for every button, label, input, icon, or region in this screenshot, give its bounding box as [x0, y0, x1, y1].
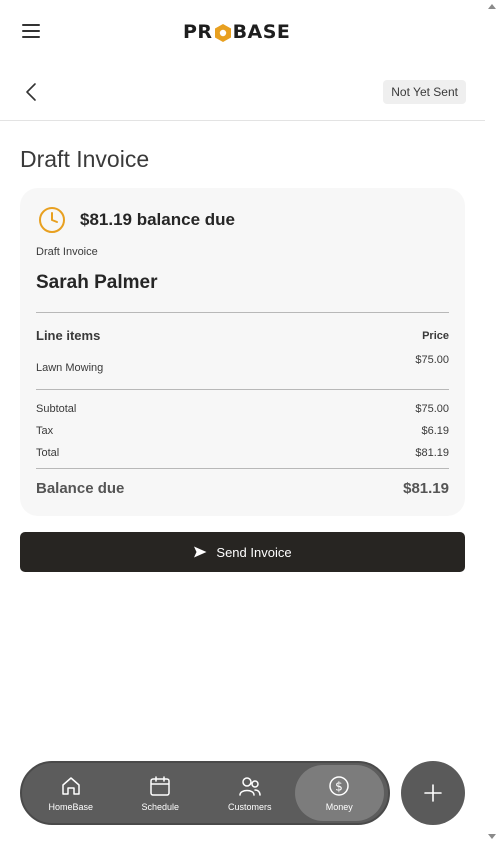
clock-icon — [38, 206, 66, 234]
total-row: Total $81.19 — [36, 447, 449, 459]
add-button[interactable] — [401, 761, 465, 825]
top-bar: PR BASE — [0, 0, 485, 62]
nav-item-money[interactable]: $ Money — [294, 765, 384, 821]
nav-item-homebase[interactable]: HomeBase — [26, 765, 116, 821]
nav-label: Schedule — [141, 801, 180, 812]
logo-text-left: PR — [183, 21, 213, 43]
send-icon — [194, 546, 207, 558]
sub-header: Not Yet Sent — [0, 62, 485, 121]
total-value: $81.19 — [415, 447, 449, 459]
line-items-header: Line items Price — [36, 328, 449, 343]
balance-due-heading: $81.19 balance due — [80, 210, 235, 229]
subtotal-row: Subtotal $75.00 — [36, 403, 449, 415]
status-badge: Not Yet Sent — [383, 80, 466, 104]
balance-due-row: Balance due $81.19 — [36, 480, 449, 497]
plus-icon — [424, 784, 442, 802]
scroll-down-icon[interactable] — [488, 834, 496, 839]
divider — [36, 468, 449, 469]
scrollbar[interactable] — [485, 0, 500, 845]
divider — [36, 312, 449, 313]
nav-item-customers[interactable]: Customers — [205, 765, 295, 821]
home-icon — [62, 776, 80, 795]
total-label: Total — [36, 447, 60, 459]
calendar-icon — [150, 775, 170, 796]
send-invoice-label: Send Invoice — [216, 544, 292, 560]
dollar-icon: $ — [329, 775, 349, 796]
users-icon — [239, 776, 261, 796]
scroll-up-icon[interactable] — [488, 4, 496, 9]
tax-label: Tax — [36, 425, 54, 437]
customer-name: Sarah Palmer — [36, 272, 158, 293]
line-item-price: $75.00 — [415, 354, 449, 366]
nav-item-schedule[interactable]: Schedule — [116, 765, 206, 821]
line-item-name: Lawn Mowing — [36, 362, 104, 374]
tax-value: $6.19 — [421, 425, 449, 437]
logo-text-right: BASE — [232, 21, 291, 43]
line-items-heading: Line items — [36, 328, 101, 343]
logo-hex-icon — [214, 23, 232, 42]
probase-logo: PR BASE — [183, 20, 290, 44]
nav-label: HomeBase — [48, 801, 94, 812]
subtotal-label: Subtotal — [36, 403, 77, 415]
nav-label: Money — [325, 801, 353, 812]
app: PR BASE Not Yet Sent Draft Invoice $81.1… — [0, 0, 485, 845]
balance-due-value: $81.19 — [403, 480, 449, 497]
divider — [36, 389, 449, 390]
page-title: Draft Invoice — [20, 146, 150, 172]
price-heading: Price — [422, 329, 449, 342]
bottom-nav: HomeBase Schedule Customers $ Money — [20, 761, 390, 825]
invoice-card: $81.19 balance due Draft Invoice Sarah P… — [20, 188, 465, 516]
menu-icon[interactable] — [22, 24, 42, 40]
line-item-row: Lawn Mowing $75.00 — [36, 354, 449, 374]
balance-due-label: Balance due — [36, 480, 125, 497]
invoice-status-label: Draft Invoice — [36, 246, 98, 258]
back-chevron-icon[interactable] — [24, 82, 42, 102]
nav-label: Customers — [227, 801, 272, 812]
tax-row: Tax $6.19 — [36, 425, 449, 437]
send-invoice-button[interactable]: Send Invoice — [20, 532, 465, 572]
subtotal-value: $75.00 — [415, 403, 449, 415]
svg-text:$: $ — [335, 779, 343, 793]
